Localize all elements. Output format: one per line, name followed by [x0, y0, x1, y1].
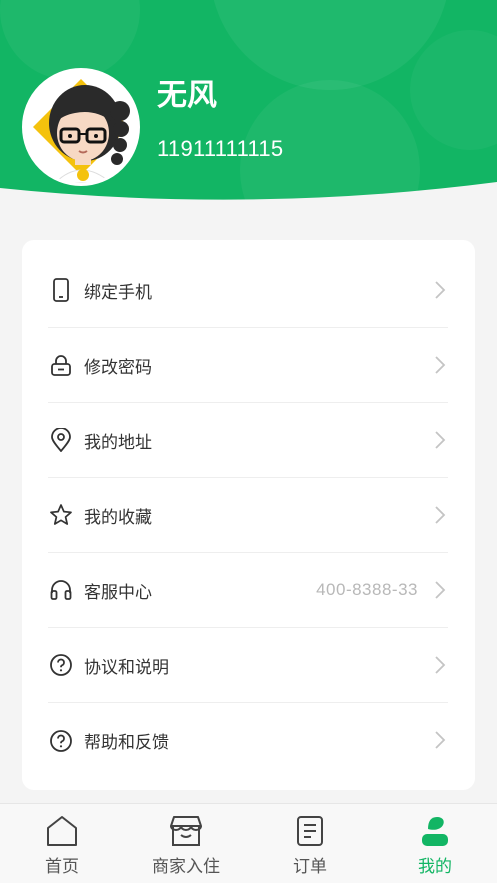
menu-item-label: 我的收藏 [84, 507, 152, 528]
chevron-right-icon [435, 506, 446, 524]
menu-item-my-favorites[interactable]: 我的收藏 [48, 478, 448, 553]
menu-item-label: 我的地址 [84, 432, 152, 453]
chevron-right-icon [435, 281, 446, 299]
tab-orders[interactable]: 订单 [248, 804, 372, 883]
menu-item-change-password[interactable]: 修改密码 [48, 328, 448, 403]
tab-profile[interactable]: 我的 [373, 804, 497, 883]
help-circle-icon [48, 652, 74, 678]
menu-item-bind-phone[interactable]: 绑定手机 [48, 253, 448, 328]
location-icon [48, 427, 74, 453]
profile-icon [418, 814, 452, 848]
menu-item-my-address[interactable]: 我的地址 [48, 403, 448, 478]
menu-item-label: 修改密码 [84, 357, 152, 378]
menu-item-customer-service[interactable]: 客服中心 400-8388-33 [48, 553, 448, 628]
tab-label: 首页 [45, 857, 79, 877]
profile-header: 无风 11911111115 [0, 0, 497, 220]
chevron-right-icon [435, 581, 446, 599]
bottom-tab-bar: 首页 商家入住 订单 我的 [0, 803, 497, 883]
tab-label: 我的 [418, 857, 452, 877]
order-icon [293, 814, 327, 848]
tab-label: 商家入住 [152, 857, 220, 877]
chevron-right-icon [435, 431, 446, 449]
user-phone: 11911111115 [157, 136, 284, 161]
menu-item-label: 帮助和反馈 [84, 733, 169, 753]
user-name: 无风 [157, 78, 217, 113]
phone-icon [48, 277, 74, 303]
cartoon-avatar-icon [25, 71, 137, 183]
menu-item-label: 协议和说明 [84, 657, 169, 678]
menu-item-label: 客服中心 [84, 582, 152, 603]
avatar[interactable] [22, 68, 140, 186]
tab-label: 订单 [293, 857, 327, 877]
help-circle-icon [48, 728, 74, 754]
tab-merchant-join[interactable]: 商家入住 [124, 804, 248, 883]
chevron-right-icon [435, 356, 446, 374]
menu-item-agreements[interactable]: 协议和说明 [48, 628, 448, 703]
service-phone-number[interactable]: 400-8388-33 [316, 580, 418, 600]
settings-menu-card: 绑定手机 修改密码 我的地址 我的收藏 客服中心 400-8388-33 协议和… [22, 240, 475, 790]
tab-home[interactable]: 首页 [0, 804, 124, 883]
menu-item-label: 绑定手机 [84, 282, 152, 303]
star-icon [48, 502, 74, 528]
home-icon [45, 814, 79, 848]
chevron-right-icon [435, 656, 446, 674]
menu-item-help-feedback[interactable]: 帮助和反馈 [48, 703, 448, 778]
chevron-right-icon [435, 731, 446, 749]
headset-icon [48, 577, 74, 603]
store-icon [169, 814, 203, 848]
lock-icon [48, 352, 74, 378]
